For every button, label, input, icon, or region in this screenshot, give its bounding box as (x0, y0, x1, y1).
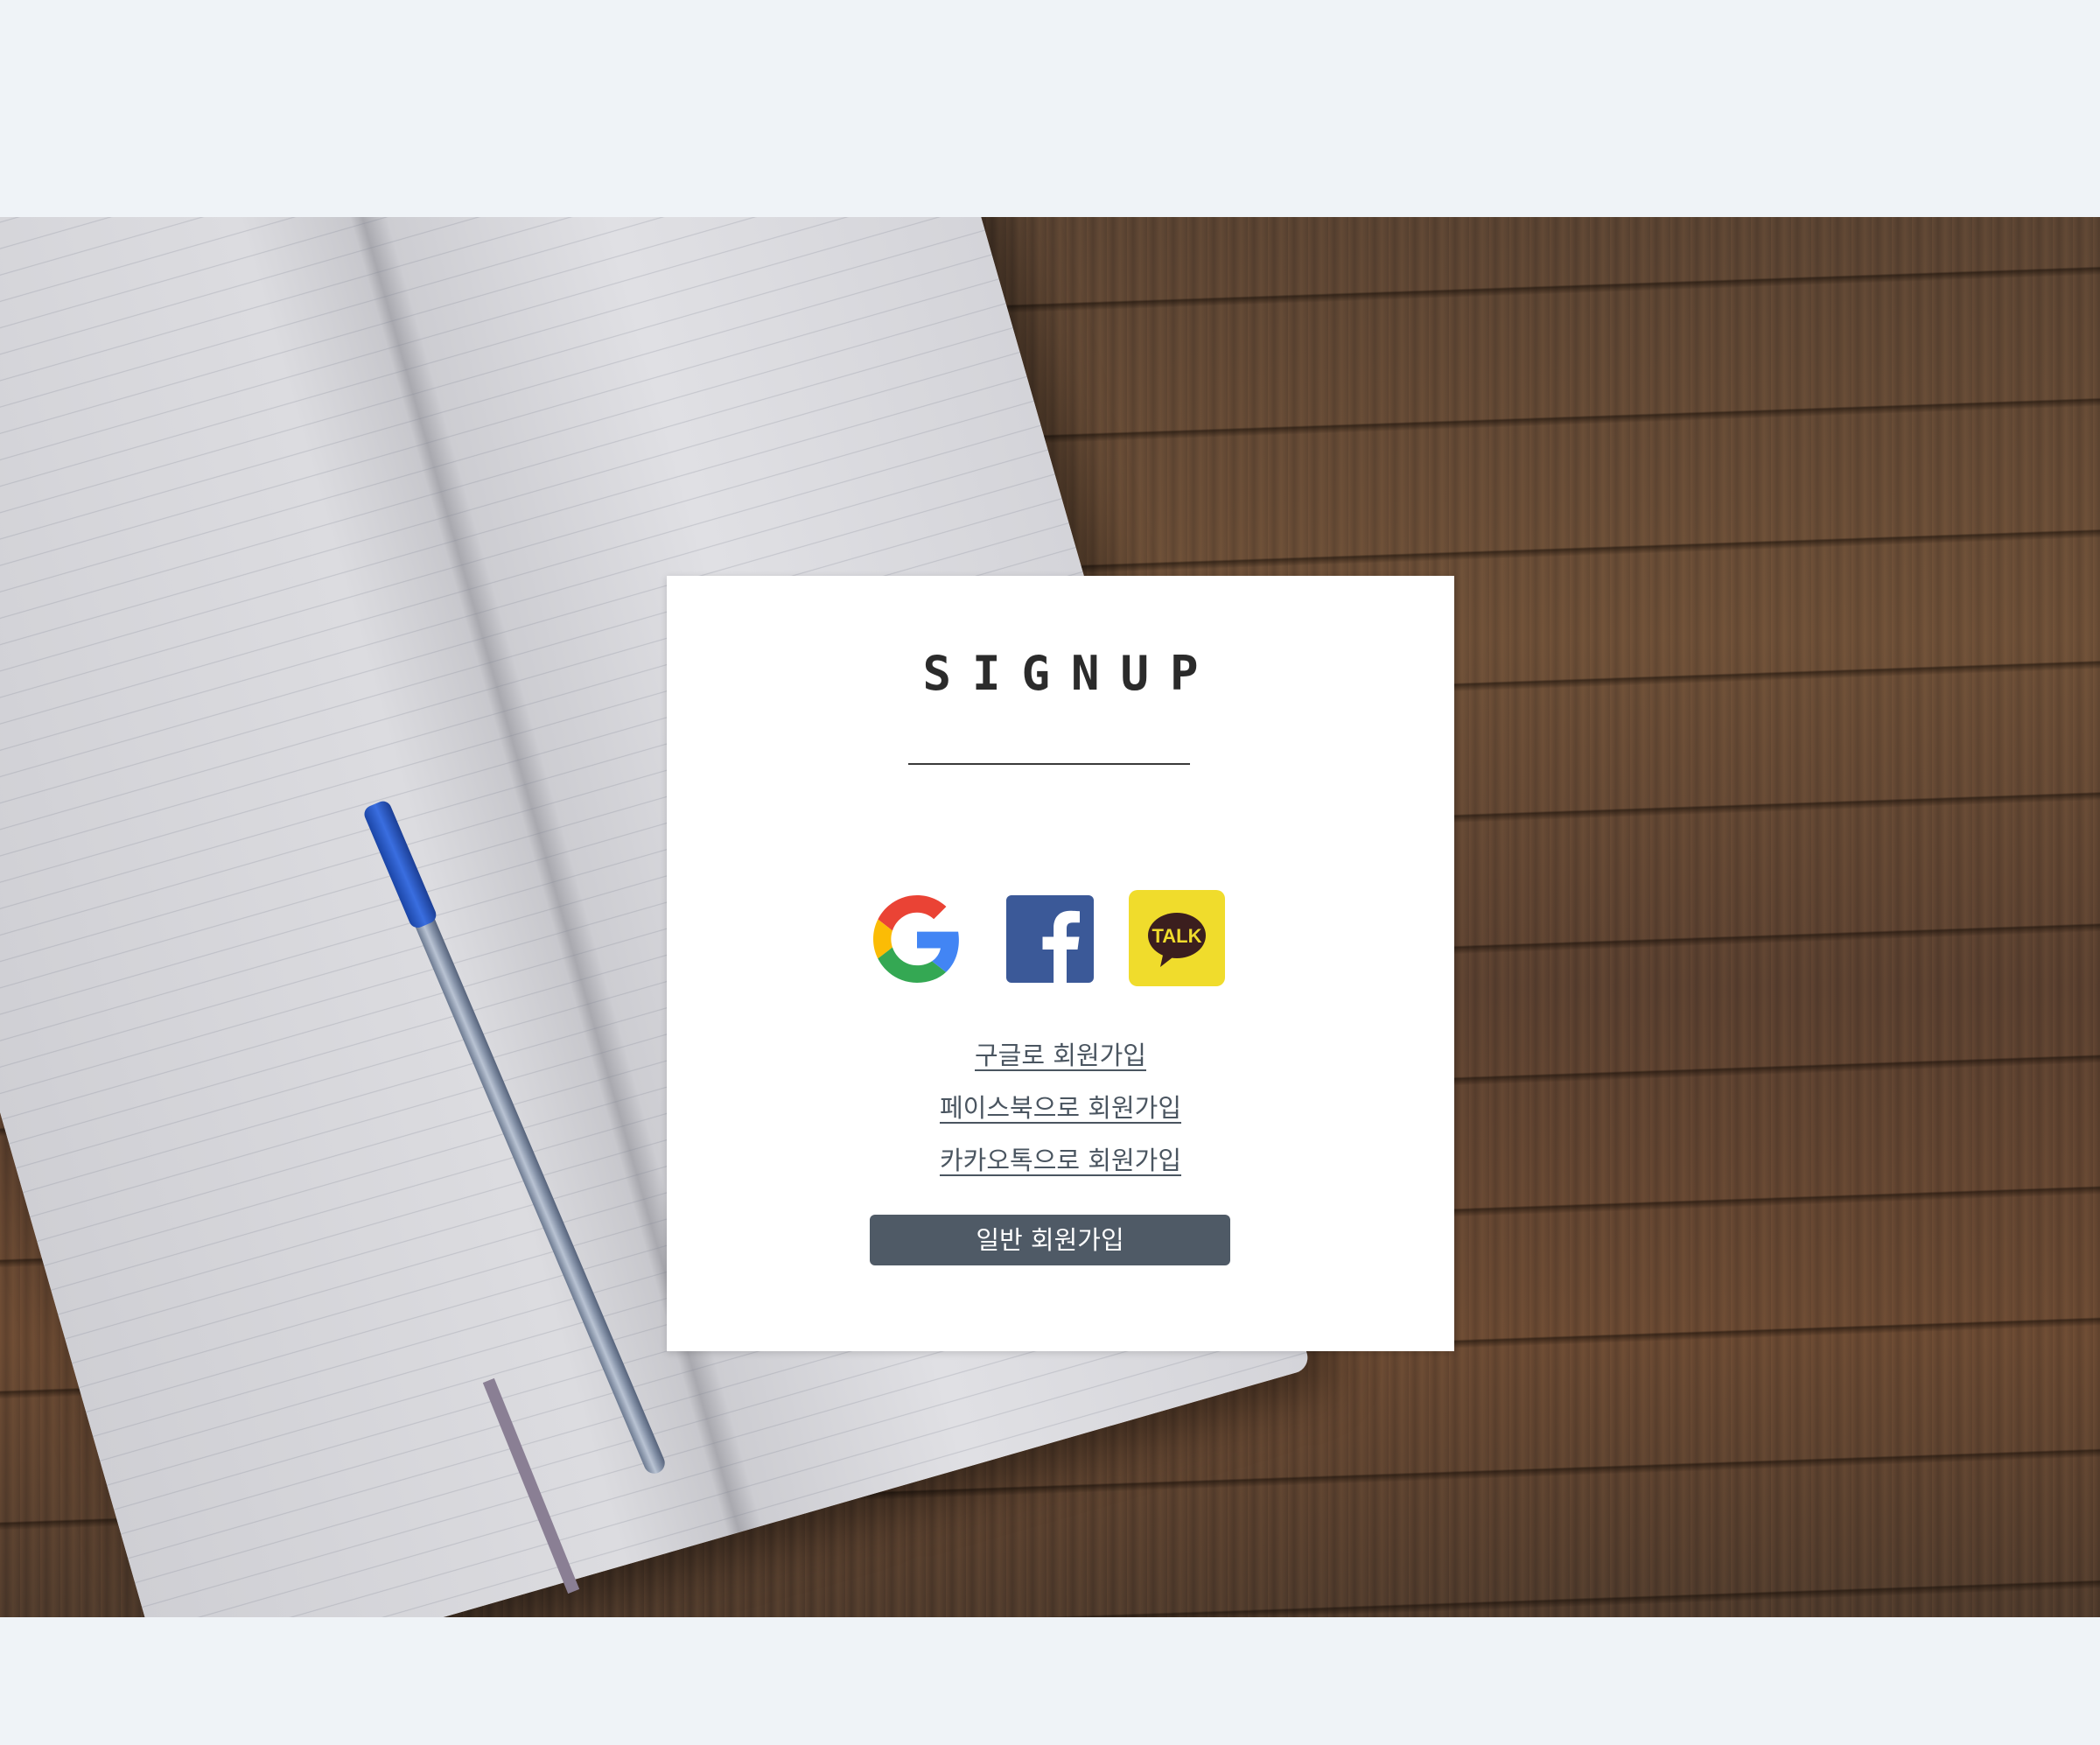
title-divider (908, 763, 1190, 765)
google-icon[interactable] (873, 895, 961, 983)
kakao-signup-link[interactable]: 카카오톡으로 회원가입 (667, 1134, 1454, 1187)
facebook-signup-link[interactable]: 페이스북으로 회원가입 (667, 1082, 1454, 1134)
kakao-icon[interactable]: TALK (1129, 890, 1225, 986)
social-icons-row: TALK (667, 887, 1454, 992)
general-signup-button[interactable]: 일반 회원가입 (870, 1215, 1230, 1265)
google-signup-link[interactable]: 구글로 회원가입 (667, 1029, 1454, 1082)
facebook-icon[interactable] (1006, 895, 1094, 983)
kakao-icon-label: TALK (1152, 925, 1201, 947)
social-signup-links: 구글로 회원가입 페이스북으로 회원가입 카카오톡으로 회원가입 (667, 1029, 1454, 1187)
signup-card: SIGNUP TALK 구글로 회원가입 페이스북으로 회원가입 카카오톡으로 … (667, 576, 1454, 1351)
page-title: SIGNUP (922, 646, 1220, 701)
